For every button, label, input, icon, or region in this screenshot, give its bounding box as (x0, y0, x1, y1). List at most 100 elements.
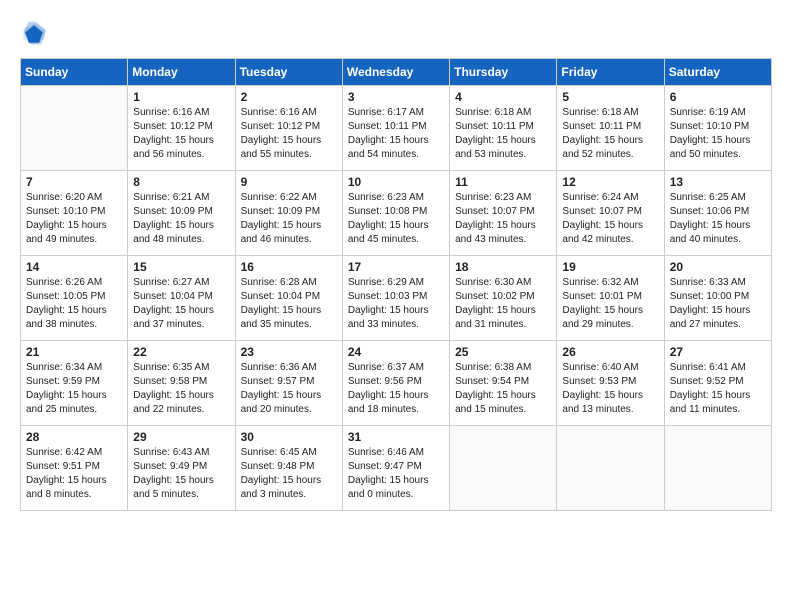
day-number: 15 (133, 260, 229, 274)
cell-content: Sunrise: 6:21 AMSunset: 10:09 PMDaylight… (133, 191, 229, 247)
day-number: 26 (562, 345, 658, 359)
day-number: 2 (241, 90, 337, 104)
calendar-cell: 27Sunrise: 6:41 AMSunset: 9:52 PMDayligh… (664, 341, 771, 426)
header-wednesday: Wednesday (342, 59, 449, 86)
calendar-cell: 9Sunrise: 6:22 AMSunset: 10:09 PMDayligh… (235, 171, 342, 256)
calendar-cell: 2 Sunrise: 6:16 AMSunset: 10:12 PMDayligh… (235, 86, 342, 171)
cell-content: Sunrise: 6:46 AMSunset: 9:47 PMDaylight:… (348, 446, 444, 502)
cell-content: Sunrise: 6:16 AMSunset: 10:12 PMDaylight… (133, 106, 229, 162)
header-thursday: Thursday (450, 59, 557, 86)
day-number: 28 (26, 430, 122, 444)
calendar-cell: 11 Sunrise: 6:23 AMSunset: 10:07 PMDaylig… (450, 171, 557, 256)
calendar-cell: 26 Sunrise: 6:40 AMSunset: 9:53 PMDayligh… (557, 341, 664, 426)
day-number: 4 (455, 90, 551, 104)
calendar-cell: 24 Sunrise: 6:37 AMSunset: 9:56 PMDayligh… (342, 341, 449, 426)
cell-content: Sunrise: 6:19 AMSunset: 10:10 PMDaylight… (670, 106, 766, 162)
cell-content: Sunrise: 6:27 AMSunset: 10:04 PMDaylight… (133, 276, 229, 332)
cell-content: Sunrise: 6:35 AMSunset: 9:58 PMDaylight:… (133, 361, 229, 417)
calendar-cell: 21 Sunrise: 6:34 AMSunset: 9:59 PMDayligh… (21, 341, 128, 426)
day-number: 13 (670, 175, 766, 189)
day-number: 29 (133, 430, 229, 444)
cell-content: Sunrise: 6:42 AMSunset: 9:51 PMDaylight:… (26, 446, 122, 502)
day-number: 18 (455, 260, 551, 274)
week-row-4: 28 Sunrise: 6:42 AMSunset: 9:51 PMDayligh… (21, 426, 772, 511)
cell-content: Sunrise: 6:16 AMSunset: 10:12 PMDaylight… (241, 106, 337, 162)
header-sunday: Sunday (21, 59, 128, 86)
week-row-2: 14 Sunrise: 6:26 AMSunset: 10:05 PMDaylig… (21, 256, 772, 341)
calendar-cell: 5 Sunrise: 6:18 AMSunset: 10:11 PMDayligh… (557, 86, 664, 171)
week-row-0: 1 Sunrise: 6:16 AMSunset: 10:12 PMDayligh… (21, 86, 772, 171)
calendar-cell: 19 Sunrise: 6:32 AMSunset: 10:01 PMDaylig… (557, 256, 664, 341)
cell-content: Sunrise: 6:23 AMSunset: 10:08 PMDaylight… (348, 191, 444, 247)
calendar-cell: 28 Sunrise: 6:42 AMSunset: 9:51 PMDayligh… (21, 426, 128, 511)
calendar-cell (450, 426, 557, 511)
cell-content: Sunrise: 6:18 AMSunset: 10:11 PMDaylight… (562, 106, 658, 162)
calendar-cell: 31 Sunrise: 6:46 AMSunset: 9:47 PMDayligh… (342, 426, 449, 511)
cell-content: Sunrise: 6:33 AMSunset: 10:00 PMDaylight… (670, 276, 766, 332)
cell-content: Sunrise: 6:23 AMSunset: 10:07 PMDaylight… (455, 191, 551, 247)
calendar-cell: 22 Sunrise: 6:35 AMSunset: 9:58 PMDayligh… (128, 341, 235, 426)
calendar-cell: 18 Sunrise: 6:30 AMSunset: 10:02 PMDaylig… (450, 256, 557, 341)
week-row-1: 7Sunrise: 6:20 AMSunset: 10:10 PMDayligh… (21, 171, 772, 256)
cell-content: Sunrise: 6:45 AMSunset: 9:48 PMDaylight:… (241, 446, 337, 502)
week-row-3: 21 Sunrise: 6:34 AMSunset: 9:59 PMDayligh… (21, 341, 772, 426)
cell-content: Sunrise: 6:36 AMSunset: 9:57 PMDaylight:… (241, 361, 337, 417)
day-number: 24 (348, 345, 444, 359)
day-number: 25 (455, 345, 551, 359)
day-number: 5 (562, 90, 658, 104)
cell-content: Sunrise: 6:37 AMSunset: 9:56 PMDaylight:… (348, 361, 444, 417)
calendar-cell: 13Sunrise: 6:25 AMSunset: 10:06 PMDaylig… (664, 171, 771, 256)
day-number: 22 (133, 345, 229, 359)
day-number: 8 (133, 175, 229, 189)
header-saturday: Saturday (664, 59, 771, 86)
day-number: 1 (133, 90, 229, 104)
calendar-cell: 25Sunrise: 6:38 AMSunset: 9:54 PMDayligh… (450, 341, 557, 426)
calendar-cell: 30Sunrise: 6:45 AMSunset: 9:48 PMDayligh… (235, 426, 342, 511)
calendar-header-row: SundayMondayTuesdayWednesdayThursdayFrid… (21, 59, 772, 86)
calendar-cell: 29 Sunrise: 6:43 AMSunset: 9:49 PMDayligh… (128, 426, 235, 511)
calendar-body: 1 Sunrise: 6:16 AMSunset: 10:12 PMDayligh… (21, 86, 772, 511)
header-monday: Monday (128, 59, 235, 86)
day-number: 6 (670, 90, 766, 104)
day-number: 31 (348, 430, 444, 444)
calendar-cell: 7Sunrise: 6:20 AMSunset: 10:10 PMDayligh… (21, 171, 128, 256)
header-tuesday: Tuesday (235, 59, 342, 86)
cell-content: Sunrise: 6:43 AMSunset: 9:49 PMDaylight:… (133, 446, 229, 502)
day-number: 19 (562, 260, 658, 274)
day-number: 17 (348, 260, 444, 274)
calendar-cell: 15 Sunrise: 6:27 AMSunset: 10:04 PMDaylig… (128, 256, 235, 341)
calendar-cell: 6 Sunrise: 6:19 AMSunset: 10:10 PMDayligh… (664, 86, 771, 171)
calendar-cell: 1 Sunrise: 6:16 AMSunset: 10:12 PMDayligh… (128, 86, 235, 171)
logo (20, 20, 52, 48)
calendar-cell: 14 Sunrise: 6:26 AMSunset: 10:05 PMDaylig… (21, 256, 128, 341)
cell-content: Sunrise: 6:29 AMSunset: 10:03 PMDaylight… (348, 276, 444, 332)
day-number: 11 (455, 175, 551, 189)
cell-content: Sunrise: 6:17 AMSunset: 10:11 PMDaylight… (348, 106, 444, 162)
calendar-cell (557, 426, 664, 511)
cell-content: Sunrise: 6:22 AMSunset: 10:09 PMDaylight… (241, 191, 337, 247)
page-header (20, 20, 772, 48)
day-number: 14 (26, 260, 122, 274)
logo-icon (20, 20, 48, 48)
day-number: 16 (241, 260, 337, 274)
cell-content: Sunrise: 6:40 AMSunset: 9:53 PMDaylight:… (562, 361, 658, 417)
calendar-cell: 20 Sunrise: 6:33 AMSunset: 10:00 PMDaylig… (664, 256, 771, 341)
calendar-cell: 16 Sunrise: 6:28 AMSunset: 10:04 PMDaylig… (235, 256, 342, 341)
calendar-cell: 8 Sunrise: 6:21 AMSunset: 10:09 PMDayligh… (128, 171, 235, 256)
calendar-table: SundayMondayTuesdayWednesdayThursdayFrid… (20, 58, 772, 511)
cell-content: Sunrise: 6:26 AMSunset: 10:05 PMDaylight… (26, 276, 122, 332)
day-number: 12 (562, 175, 658, 189)
calendar-cell: 23 Sunrise: 6:36 AMSunset: 9:57 PMDayligh… (235, 341, 342, 426)
cell-content: Sunrise: 6:18 AMSunset: 10:11 PMDaylight… (455, 106, 551, 162)
cell-content: Sunrise: 6:30 AMSunset: 10:02 PMDaylight… (455, 276, 551, 332)
cell-content: Sunrise: 6:28 AMSunset: 10:04 PMDaylight… (241, 276, 337, 332)
day-number: 20 (670, 260, 766, 274)
cell-content: Sunrise: 6:34 AMSunset: 9:59 PMDaylight:… (26, 361, 122, 417)
calendar-cell: 3Sunrise: 6:17 AMSunset: 10:11 PMDayligh… (342, 86, 449, 171)
day-number: 27 (670, 345, 766, 359)
cell-content: Sunrise: 6:32 AMSunset: 10:01 PMDaylight… (562, 276, 658, 332)
day-number: 23 (241, 345, 337, 359)
day-number: 7 (26, 175, 122, 189)
day-number: 21 (26, 345, 122, 359)
calendar-cell (21, 86, 128, 171)
